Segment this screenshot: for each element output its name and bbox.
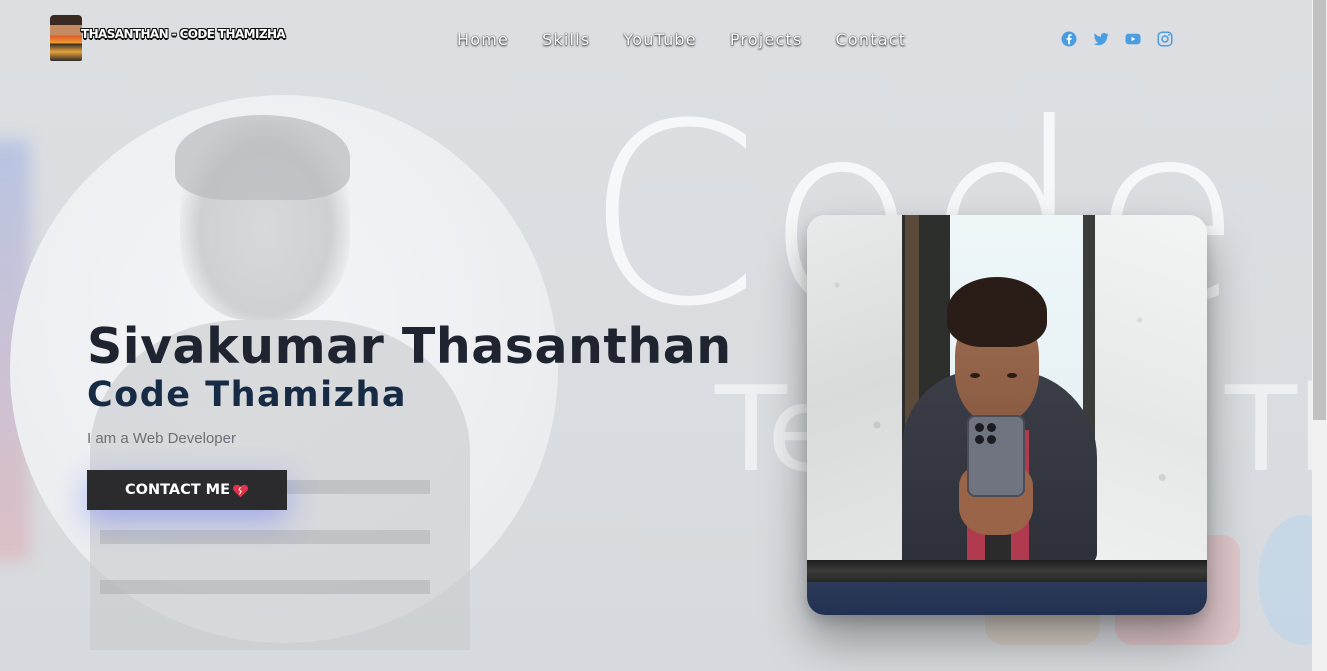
hero-tagline: I am a Web Developer bbox=[87, 430, 236, 447]
background-watermark-small: Th bbox=[1225, 360, 1312, 498]
broken-heart-icon bbox=[233, 484, 248, 497]
background-tile bbox=[1258, 515, 1312, 645]
contact-me-button[interactable]: CONTACT ME bbox=[87, 470, 287, 510]
brand-logo[interactable]: THASANTHAN - CODE THAMIZHA bbox=[50, 15, 286, 63]
instagram-icon[interactable] bbox=[1156, 30, 1174, 48]
page-viewport: Code Tham Te Th THASANTHAN - CODE THAMIZ… bbox=[0, 0, 1312, 671]
contact-me-label: CONTACT ME bbox=[124, 482, 230, 498]
hero-subtitle: Code Thamizha bbox=[87, 375, 407, 415]
nav-link-skills[interactable]: Skills bbox=[542, 30, 590, 49]
background-shirt-stripe bbox=[100, 580, 430, 594]
profile-photo bbox=[807, 215, 1207, 615]
hero-name: Sivakumar Thasanthan bbox=[87, 318, 732, 375]
facebook-icon[interactable] bbox=[1060, 30, 1078, 48]
nav-links: Home Skills YouTube Projects Contact bbox=[457, 30, 939, 49]
youtube-icon[interactable] bbox=[1124, 30, 1142, 48]
nav-link-contact[interactable]: Contact bbox=[836, 30, 907, 49]
brand-name: THASANTHAN - CODE THAMIZHA bbox=[81, 27, 286, 41]
nav-link-home[interactable]: Home bbox=[457, 30, 509, 49]
nav-link-projects[interactable]: Projects bbox=[730, 30, 803, 49]
top-navbar: THASANTHAN - CODE THAMIZHA Home Skills Y… bbox=[0, 0, 1312, 80]
background-shirt-stripe bbox=[100, 530, 430, 544]
scrollbar-thumb[interactable] bbox=[1313, 0, 1326, 420]
social-links bbox=[1060, 30, 1188, 48]
nav-link-youtube[interactable]: YouTube bbox=[623, 30, 696, 49]
twitter-icon[interactable] bbox=[1092, 30, 1110, 48]
brand-avatar bbox=[50, 15, 82, 61]
background-portrait-hair bbox=[175, 115, 350, 200]
